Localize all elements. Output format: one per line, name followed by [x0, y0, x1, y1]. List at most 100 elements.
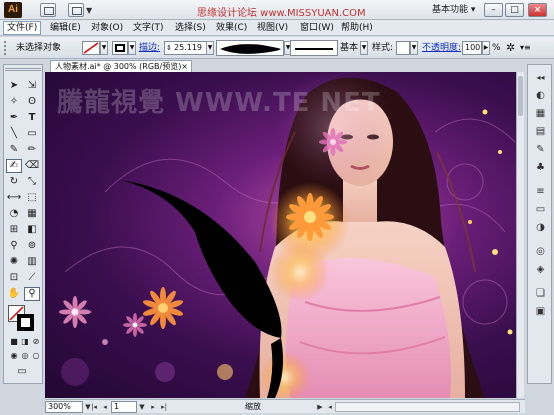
stroke-box[interactable]	[17, 314, 34, 331]
color-panel-icon[interactable]: ◐	[534, 89, 547, 102]
menu-help[interactable]: 帮助(H)	[338, 21, 376, 35]
gradient-panel-icon[interactable]: ▭	[534, 203, 547, 216]
scroll-thumb[interactable]	[518, 76, 523, 116]
artboards-panel-icon[interactable]: ▣	[534, 305, 547, 318]
perspective-grid-tool-icon[interactable]: ▦	[24, 207, 40, 221]
type-tool-icon[interactable]: T	[24, 111, 40, 125]
first-artboard-icon[interactable]: |◂	[89, 401, 99, 413]
symbol-sprayer-tool-icon[interactable]: ✺	[6, 255, 22, 269]
selection-status: 未选择对象	[16, 43, 62, 53]
eraser-tool-icon[interactable]: ⌫	[24, 159, 40, 173]
screen-mode-icon[interactable]: ▭	[14, 365, 30, 379]
eyedropper-tool-icon[interactable]: ⚲	[6, 239, 22, 253]
pencil-tool-icon[interactable]: ✏	[24, 143, 40, 157]
paintbrush-tool-icon[interactable]: ✎	[6, 143, 22, 157]
shape-builder-tool-icon[interactable]: ◔	[6, 207, 22, 221]
last-artboard-icon[interactable]: ▸|	[159, 401, 169, 413]
column-graph-tool-icon[interactable]: ▥	[24, 255, 40, 269]
brush-definition-preview[interactable]	[290, 40, 338, 56]
arrange-documents-icon[interactable]	[68, 3, 84, 17]
direct-selection-tool-icon[interactable]: ⇲	[24, 79, 40, 93]
workspace-switcher[interactable]: 基本功能 ▾	[432, 3, 480, 17]
lasso-tool-icon[interactable]: ʘ	[24, 95, 40, 109]
style-swatch[interactable]	[396, 41, 410, 55]
menu-type[interactable]: 文字(T)	[130, 21, 167, 35]
gradient-tool-icon[interactable]: ◧	[24, 223, 40, 237]
hand-tool-icon[interactable]: ✋	[6, 287, 22, 301]
stroke-link[interactable]: 描边:	[139, 41, 160, 55]
restore-button[interactable]: □	[505, 3, 524, 17]
panel-grip-icon[interactable]	[5, 68, 41, 74]
document-tab[interactable]: 人物素材.ai* @ 300% (RGB/预览) ×	[50, 60, 192, 72]
artboard-number-field[interactable]: 1	[111, 401, 137, 413]
menu-effect[interactable]: 效果(C)	[213, 21, 250, 35]
brushes-panel-icon[interactable]: ✎	[534, 143, 547, 156]
opacity-link[interactable]: 不透明度:	[422, 41, 461, 55]
blob-brush-tool-icon[interactable]: ✍	[6, 159, 22, 173]
fill-stroke-widget[interactable]	[8, 305, 34, 331]
rotate-tool-icon[interactable]: ↻	[6, 175, 22, 189]
menu-window[interactable]: 窗口(W)	[297, 21, 337, 35]
opacity-chevron-icon[interactable]: ▶	[482, 41, 490, 55]
vertical-scrollbar[interactable]	[516, 72, 524, 398]
stroke-width-chevron-icon[interactable]: ▼	[206, 41, 214, 55]
minimize-button[interactable]: –	[484, 3, 503, 17]
status-bar: 300% ▼ |◂ ◂ 1 ▼ ▸ ▸| 缩放 ▶ ◂	[45, 399, 525, 413]
variable-width-profile[interactable]	[216, 40, 284, 56]
zoom-tool-icon[interactable]: ⚲	[24, 287, 40, 301]
close-tab-icon[interactable]: ×	[181, 61, 188, 72]
recolor-icon[interactable]: ✲	[506, 41, 515, 55]
menu-object[interactable]: 对象(O)	[88, 21, 126, 35]
magic-wand-tool-icon[interactable]: ✧	[6, 95, 22, 109]
graphic-styles-panel-icon[interactable]: ◈	[534, 263, 547, 276]
previous-artboard-icon[interactable]: ◂	[100, 401, 110, 413]
stroke-swatch-icon	[115, 44, 125, 52]
slice-tool-icon[interactable]: ⟋	[24, 271, 40, 285]
menu-file[interactable]: 文件(F)	[3, 21, 42, 35]
chevron-down-icon[interactable]: ▼	[86, 6, 92, 15]
stroke-dropdown-chevron-icon[interactable]: ▼	[128, 41, 136, 55]
symbols-panel-icon[interactable]: ♣	[534, 161, 547, 174]
menu-edit[interactable]: 编辑(E)	[47, 21, 84, 35]
scroll-left-icon[interactable]: ◂	[325, 401, 335, 413]
artboard-dropdown-chevron-icon[interactable]: ▼	[137, 401, 147, 413]
pen-tool-icon[interactable]: ✒	[6, 111, 22, 125]
swatches-panel-icon[interactable]: ▤	[534, 125, 547, 138]
menu-select[interactable]: 选择(S)	[172, 21, 209, 35]
panel-menu-icon[interactable]: ▾≡	[520, 41, 531, 55]
transparency-panel-icon[interactable]: ◑	[534, 221, 547, 234]
free-transform-tool-icon[interactable]: ⬚	[24, 191, 40, 205]
layers-panel-icon[interactable]: ❏	[534, 287, 547, 300]
stepper-icon[interactable]: ⇕	[166, 42, 172, 54]
rectangle-tool-icon[interactable]: ▭	[24, 127, 40, 141]
menu-view[interactable]: 视图(V)	[254, 21, 291, 35]
artboard-tool-icon[interactable]: ⊡	[6, 271, 22, 285]
zoom-level-field[interactable]: 300%	[45, 401, 83, 413]
color-guide-icon[interactable]: ▦	[534, 107, 547, 120]
scale-tool-icon[interactable]: ⤡	[24, 175, 40, 189]
dock-collapse-icon[interactable]: ◂◂	[534, 71, 547, 84]
status-menu-icon[interactable]: ▶	[315, 401, 325, 413]
fill-dropdown-chevron-icon[interactable]: ▼	[100, 41, 108, 55]
style-chevron-icon[interactable]: ▼	[410, 41, 418, 55]
line-tool-icon[interactable]: ╲	[6, 127, 22, 141]
brush-chevron-icon[interactable]: ▼	[360, 41, 368, 55]
none-mode-icon[interactable]: ⊘	[28, 335, 44, 349]
selection-tool-icon[interactable]: ➤	[6, 79, 22, 93]
fill-swatch[interactable]	[82, 41, 100, 55]
next-artboard-icon[interactable]: ▸	[148, 401, 158, 413]
grip-icon[interactable]	[4, 41, 9, 55]
document-canvas[interactable]: 騰龍視覺 WWW.TE NET	[45, 72, 516, 398]
bridge-icon[interactable]	[40, 3, 56, 17]
draw-inside-icon[interactable]: ○	[28, 349, 44, 363]
close-button[interactable]: ×	[528, 3, 547, 17]
stroke-panel-icon[interactable]: ≡	[534, 185, 547, 198]
mesh-tool-icon[interactable]: ⊞	[6, 223, 22, 237]
opacity-field[interactable]: 100	[462, 41, 482, 55]
stroke-width-field[interactable]: ⇕ 25.119	[164, 41, 208, 55]
blend-tool-icon[interactable]: ⊚	[24, 239, 40, 253]
width-tool-icon[interactable]: ⟷	[6, 191, 22, 205]
stroke-swatch[interactable]	[112, 41, 128, 55]
horizontal-scrollbar[interactable]	[335, 402, 520, 412]
appearance-panel-icon[interactable]: ◎	[534, 245, 547, 258]
